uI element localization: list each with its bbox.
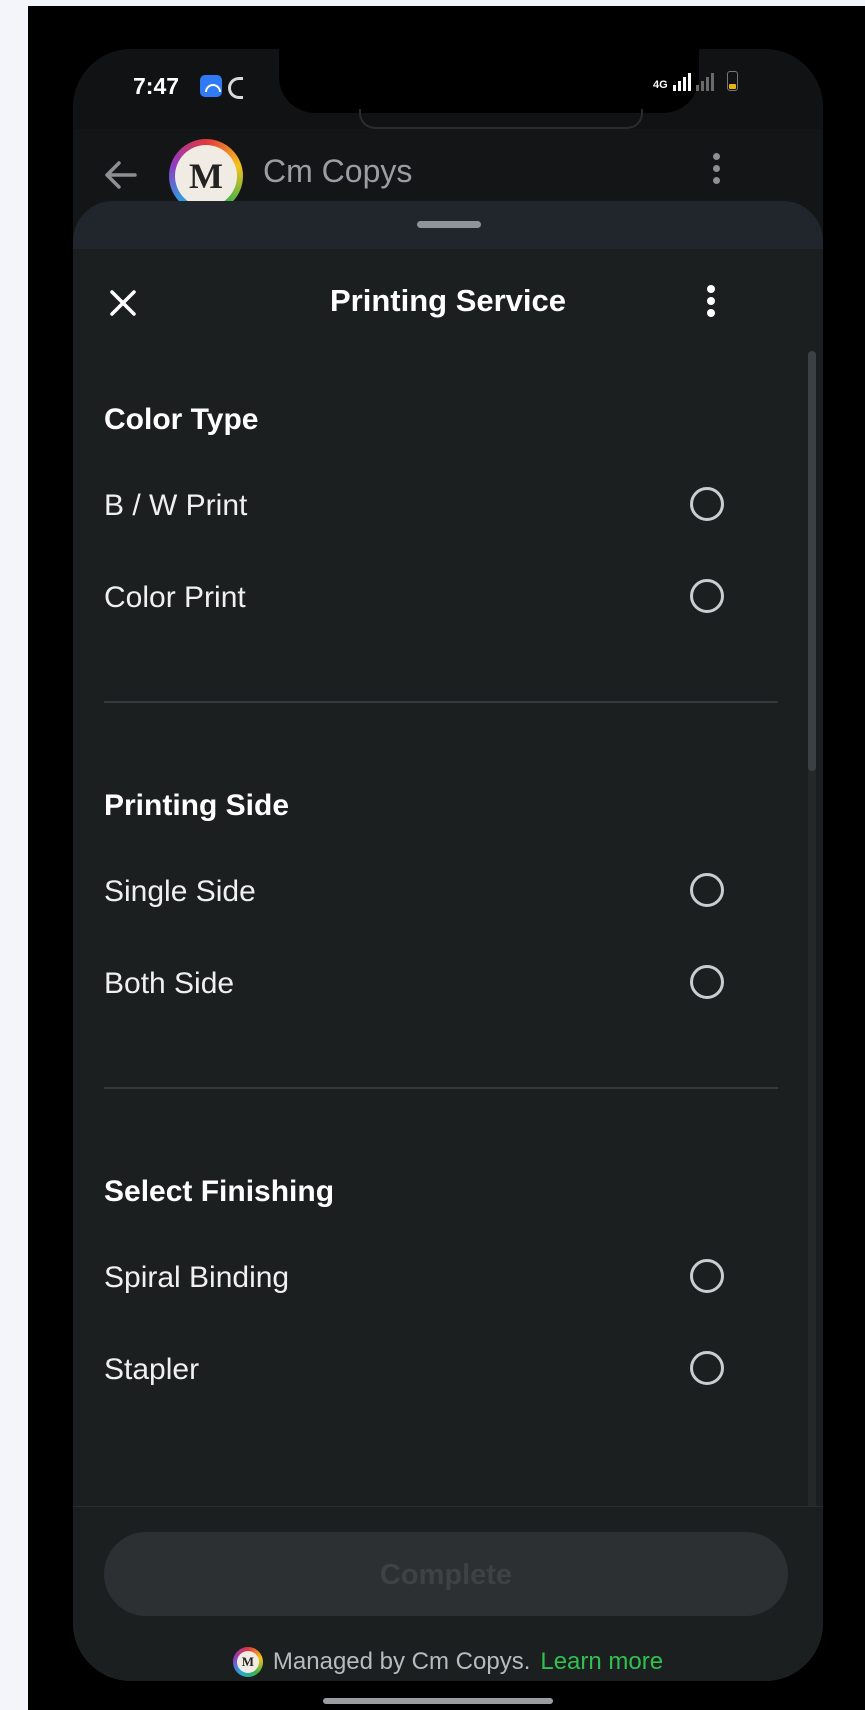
radio-unchecked-icon[interactable] bbox=[690, 579, 724, 613]
option-label: Both Side bbox=[104, 967, 235, 1000]
scrollbar[interactable] bbox=[808, 351, 816, 1511]
drag-handle[interactable] bbox=[417, 221, 481, 228]
section-title-color-type: Color Type bbox=[104, 403, 259, 436]
radio-unchecked-icon[interactable] bbox=[690, 873, 724, 907]
option-bw-print[interactable]: B / W Print bbox=[104, 477, 724, 537]
business-logo-icon: M bbox=[232, 1647, 263, 1677]
managed-by-row: M Managed by Cm Copys. Learn more bbox=[73, 1647, 823, 1677]
sheet-menu-icon[interactable] bbox=[707, 285, 717, 325]
section-title-select-finishing: Select Finishing bbox=[104, 1175, 335, 1208]
option-label: B / W Print bbox=[104, 489, 248, 522]
phone-screen: 7:47 4G M Cm Copys Printing Service Colo… bbox=[73, 49, 823, 1681]
chat-title[interactable]: Cm Copys bbox=[263, 153, 412, 190]
signal-secondary-icon bbox=[695, 71, 714, 91]
status-time: 7:47 bbox=[133, 73, 180, 99]
camera-notch bbox=[279, 49, 699, 113]
app-notification-icon bbox=[200, 75, 222, 97]
section-divider bbox=[104, 701, 778, 703]
notch-outline bbox=[359, 109, 643, 129]
option-single-side[interactable]: Single Side bbox=[104, 863, 724, 923]
radio-unchecked-icon[interactable] bbox=[690, 1351, 724, 1385]
option-stapler[interactable]: Stapler bbox=[104, 1341, 724, 1401]
device-frame: 7:47 4G M Cm Copys Printing Service Colo… bbox=[28, 6, 865, 1710]
bottom-sheet: Printing Service Color Type B / W Print … bbox=[73, 201, 823, 1681]
managed-by-text: Managed by Cm Copys. bbox=[272, 1648, 531, 1675]
network-type: 4G bbox=[653, 79, 668, 91]
status-indicators: 4G bbox=[653, 71, 738, 91]
option-both-side[interactable]: Both Side bbox=[104, 955, 724, 1015]
home-indicator[interactable] bbox=[323, 1698, 553, 1704]
learn-more-link[interactable]: Learn more bbox=[540, 1648, 663, 1676]
options-form: Color Type B / W Print Color Print Print… bbox=[73, 359, 823, 1386]
logo-letter: M bbox=[236, 1651, 259, 1673]
option-color-print[interactable]: Color Print bbox=[104, 569, 724, 629]
sheet-drag-area[interactable] bbox=[73, 201, 823, 249]
option-label: Single Side bbox=[104, 875, 256, 908]
option-spiral-binding[interactable]: Spiral Binding bbox=[104, 1249, 724, 1309]
signal-icon bbox=[672, 71, 691, 91]
battery-icon bbox=[726, 71, 738, 91]
sheet-footer: Complete M Managed by Cm Copys. Learn mo… bbox=[73, 1506, 823, 1681]
option-label: Color Print bbox=[104, 581, 246, 614]
section-title-printing-side: Printing Side bbox=[104, 789, 290, 822]
notification-icon bbox=[228, 77, 243, 99]
radio-unchecked-icon[interactable] bbox=[690, 1259, 724, 1293]
option-label: Stapler bbox=[104, 1353, 200, 1386]
option-label: Spiral Binding bbox=[104, 1261, 290, 1294]
chat-menu-icon[interactable] bbox=[713, 153, 723, 193]
logo-letter: M bbox=[175, 145, 237, 207]
section-divider bbox=[104, 1087, 778, 1089]
radio-unchecked-icon[interactable] bbox=[690, 487, 724, 521]
complete-button[interactable]: Complete bbox=[104, 1532, 788, 1616]
scrollbar-thumb[interactable] bbox=[808, 351, 816, 771]
radio-unchecked-icon[interactable] bbox=[690, 965, 724, 999]
back-arrow-icon[interactable] bbox=[103, 157, 139, 193]
sheet-header: Printing Service bbox=[73, 249, 823, 359]
